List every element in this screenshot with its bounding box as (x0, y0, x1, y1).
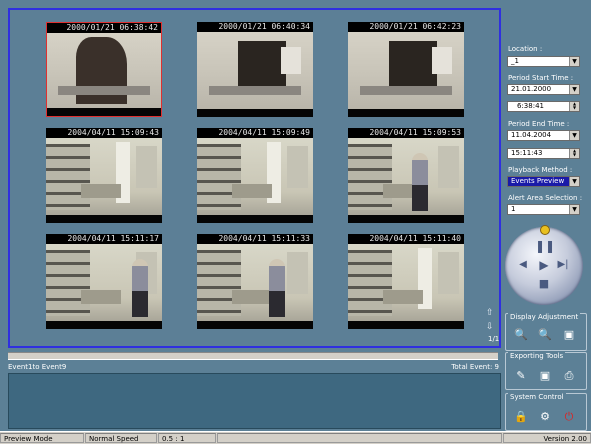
alert-area-label: Alert Area Selection : (508, 194, 583, 202)
camera-timestamp: 2004/04/11 15:11:17 (46, 234, 162, 244)
camera-timestamp: 2004/04/11 15:09:53 (348, 128, 464, 138)
camera-cell-7[interactable]: 2004/04/11 15:11:17 (46, 234, 162, 329)
chevron-down-icon[interactable]: ▼ (569, 131, 579, 140)
camera-timestamp: 2004/04/11 15:11:40 (348, 234, 464, 244)
event-range: Event1to Event9 (8, 363, 67, 371)
system-control-section: System Control 🔒 ⚙ ⏻ (505, 393, 587, 431)
camera-frame (348, 244, 464, 321)
spin-arrows-icon[interactable]: ▲ ▼ (569, 149, 579, 158)
status-empty (217, 433, 502, 443)
status-version: Version 2.00 (503, 433, 591, 443)
camera-cell-2[interactable]: 2000/01/21 06:40:34 (197, 22, 313, 117)
zoom-out-icon[interactable]: 🔍 (538, 328, 552, 342)
start-time-stepper[interactable]: 6:38:41 ▲ ▼ (507, 101, 580, 112)
playback-control-dial: ❚❚ ▶ ◀ ▶| ■ (505, 225, 583, 305)
location-value: _1 (511, 57, 519, 65)
camera-frame (197, 32, 313, 109)
exporting-tools-title: Exporting Tools (508, 352, 566, 360)
exporting-tools-section: Exporting Tools ✎ ▣ ⎙ (505, 352, 587, 390)
camera-timestamp: 2000/01/21 06:42:23 (348, 22, 464, 32)
lock-icon[interactable]: 🔒 (514, 410, 528, 424)
status-speed: Normal Speed (85, 433, 157, 443)
page-down-icon[interactable]: ⇩ (486, 322, 494, 332)
event-list-panel[interactable] (8, 373, 501, 429)
export-clip-icon[interactable]: ✎ (514, 369, 528, 383)
stop-icon[interactable]: ■ (537, 277, 551, 291)
start-date-select[interactable]: 21.01.2000 ▼ (507, 84, 580, 95)
display-adjustment-title: Display Adjustment (508, 313, 581, 321)
power-icon[interactable]: ⏻ (562, 410, 576, 424)
start-time-label: Period Start Time : (508, 74, 574, 82)
playback-progress-bar[interactable] (8, 352, 498, 360)
playback-method-value: Events Preview (511, 177, 565, 185)
user-settings-icon[interactable]: ⚙ (538, 410, 552, 424)
camera-cell-9[interactable]: 2004/04/11 15:11:40 (348, 234, 464, 329)
rewind-icon[interactable]: ◀ (515, 258, 531, 272)
video-grid-panel: 2000/01/21 06:38:42 2000/01/21 06:40:34 … (8, 8, 501, 348)
camera-cell-4[interactable]: 2004/04/11 15:09:43 (46, 128, 162, 223)
status-bar: Preview Mode Normal Speed 0.5 : 1 Versio… (0, 431, 591, 444)
camera-frame (348, 138, 464, 215)
camera-frame (197, 138, 313, 215)
playback-method-label: Playback Method : (508, 166, 573, 174)
event-info-bar: Event1to Event9 Total Event: 9 (8, 363, 501, 372)
system-control-title: System Control (508, 393, 566, 401)
location-label: Location : (508, 45, 543, 53)
camera-timestamp: 2004/04/11 15:09:49 (197, 128, 313, 138)
snapshot-camera-icon[interactable]: ▣ (538, 369, 552, 383)
alert-area-value: 1 (511, 205, 516, 213)
step-forward-icon[interactable]: ▶| (555, 258, 571, 272)
camera-frame (47, 33, 161, 108)
end-date-select[interactable]: 11.04.2004 ▼ (507, 130, 580, 141)
total-events: Total Event: 9 (451, 363, 499, 371)
alert-area-select[interactable]: 1 ▼ (507, 204, 580, 215)
spin-arrows-icon[interactable]: ▲ ▼ (569, 102, 579, 111)
camera-frame (46, 138, 162, 215)
display-adjustment-section: Display Adjustment 🔍 🔍 ▣ (505, 313, 587, 351)
play-icon[interactable]: ▶ (535, 258, 553, 272)
camera-cell-1[interactable]: 2000/01/21 06:38:42 (46, 22, 162, 117)
page-up-icon[interactable]: ⇧ (486, 308, 494, 318)
camera-frame (46, 244, 162, 321)
location-select[interactable]: _1 ▼ (507, 56, 580, 67)
status-mode: Preview Mode (0, 433, 84, 443)
end-time-value: 15:11:43 (511, 149, 543, 157)
end-date-value: 11.04.2004 (511, 131, 552, 139)
end-time-stepper[interactable]: 15:11:43 ▲ ▼ (507, 148, 580, 159)
zoom-in-icon[interactable]: 🔍 (514, 328, 528, 342)
chevron-down-icon[interactable]: ▼ (569, 205, 579, 214)
camera-timestamp: 2000/01/21 06:40:34 (197, 22, 313, 32)
image-adjust-icon[interactable]: ▣ (562, 328, 576, 342)
start-date-value: 21.01.2000 (511, 85, 552, 93)
camera-cell-6[interactable]: 2004/04/11 15:09:53 (348, 128, 464, 223)
camera-timestamp: 2004/04/11 15:11:33 (197, 234, 313, 244)
camera-cell-3[interactable]: 2000/01/21 06:42:23 (348, 22, 464, 117)
pause-icon[interactable]: ❚❚ (535, 239, 555, 253)
chevron-down-icon[interactable]: ▼ (569, 85, 579, 94)
camera-timestamp: 2000/01/21 06:38:42 (47, 23, 161, 33)
page-indicator: 1/1 (488, 335, 500, 343)
print-icon[interactable]: ⎙ (562, 369, 576, 383)
end-time-label: Period End Time : (508, 120, 570, 128)
chevron-down-icon[interactable]: ▼ (569, 177, 579, 186)
camera-frame (348, 32, 464, 109)
start-time-value: 6:38:41 (517, 102, 544, 110)
camera-cell-5[interactable]: 2004/04/11 15:09:49 (197, 128, 313, 223)
camera-cell-8[interactable]: 2004/04/11 15:11:33 (197, 234, 313, 329)
status-ratio: 0.5 : 1 (158, 433, 216, 443)
camera-timestamp: 2004/04/11 15:09:43 (46, 128, 162, 138)
chevron-down-icon[interactable]: ▼ (569, 57, 579, 66)
camera-frame (197, 244, 313, 321)
status-indicator-icon (540, 225, 550, 235)
playback-method-select[interactable]: Events Preview ▼ (507, 176, 580, 187)
